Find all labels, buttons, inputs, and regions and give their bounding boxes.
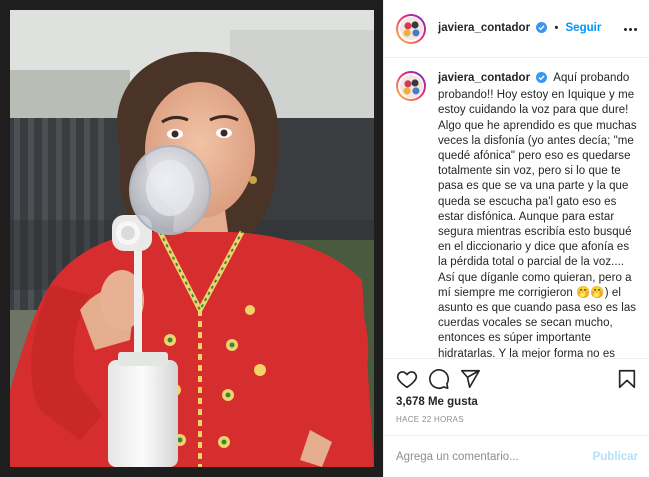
- more-options-icon[interactable]: [622, 21, 638, 37]
- publish-comment-button[interactable]: Publicar: [593, 451, 638, 463]
- caption-username-link[interactable]: javiera_contador: [438, 72, 530, 84]
- instagram-post-modal: javiera_contador • Seguir javiera_contad…: [0, 0, 649, 477]
- comment-bubble-icon[interactable]: [428, 368, 450, 390]
- verified-badge-icon: [536, 21, 548, 36]
- separator-dot: •: [554, 21, 559, 34]
- heart-icon[interactable]: [396, 368, 418, 390]
- caption-avatar-image: [399, 74, 423, 98]
- post-media: [0, 0, 383, 477]
- caption: javiera_contador Aquí probando probando!…: [438, 71, 640, 358]
- post-timestamp[interactable]: HACE 22 HORAS: [396, 415, 638, 424]
- caption-section: javiera_contador Aquí probando probando!…: [384, 59, 649, 358]
- follow-button[interactable]: Seguir: [566, 22, 602, 34]
- caption-verified-badge-icon: [536, 72, 548, 88]
- comment-form: Publicar: [384, 435, 649, 477]
- avatar[interactable]: [396, 13, 426, 44]
- post-photo[interactable]: [10, 10, 374, 467]
- action-icons-row: [396, 359, 638, 399]
- bookmark-icon[interactable]: [616, 368, 638, 390]
- comment-input[interactable]: [396, 450, 593, 463]
- post-header: javiera_contador • Seguir: [384, 0, 649, 58]
- caption-text: Aquí probando probando!! Hoy estoy en Iq…: [438, 72, 637, 358]
- paper-plane-icon[interactable]: [459, 368, 481, 390]
- post-side-panel: javiera_contador • Seguir javiera_contad…: [383, 0, 649, 477]
- post-actions: 3,678 Me gusta HACE 22 HORAS: [384, 358, 649, 427]
- avatar-image: [399, 17, 423, 40]
- username-link[interactable]: javiera_contador: [438, 22, 530, 34]
- caption-avatar[interactable]: [396, 71, 426, 101]
